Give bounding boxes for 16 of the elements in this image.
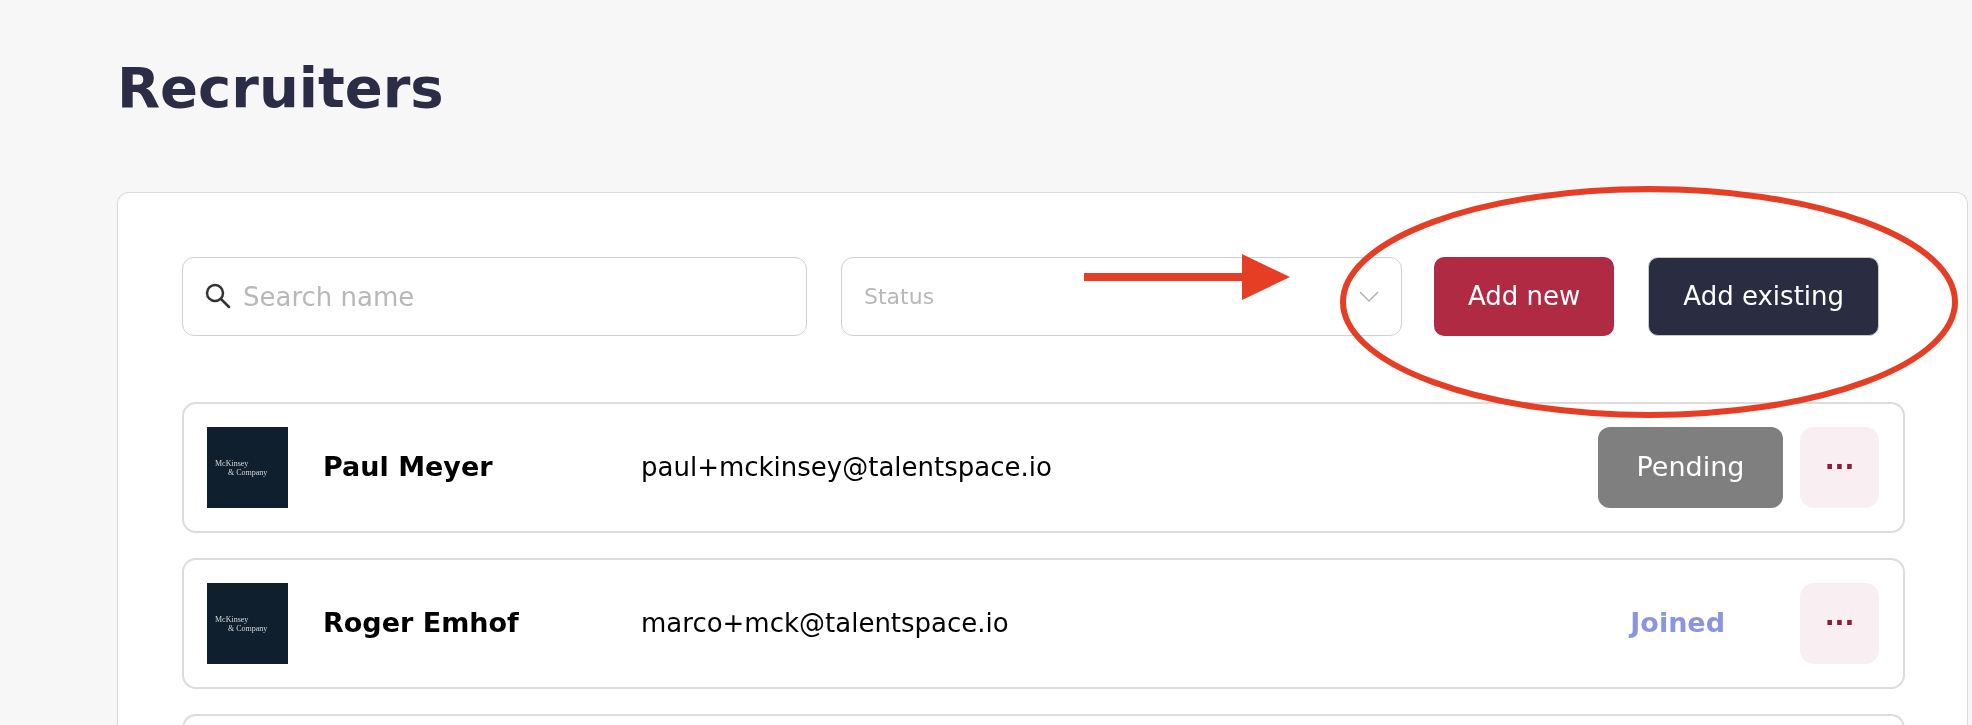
more-options-button[interactable]: ··· bbox=[1800, 427, 1879, 508]
status-badge: Pending bbox=[1598, 427, 1783, 508]
search-field[interactable]: Search name bbox=[182, 257, 807, 336]
page-title: Recruiters bbox=[117, 54, 444, 122]
chevron-down-icon bbox=[1359, 290, 1379, 303]
recruiter-email: marco+mck@talentspace.io bbox=[641, 607, 1010, 640]
company-logo: McKinsey & Company bbox=[207, 427, 288, 508]
recruiter-name: Paul Meyer bbox=[323, 450, 494, 485]
status-label: Joined bbox=[1630, 606, 1725, 641]
recruiter-name: Roger Emhof bbox=[323, 606, 520, 641]
add-existing-button[interactable]: Add existing bbox=[1648, 257, 1880, 336]
more-options-button[interactable]: ··· bbox=[1800, 583, 1879, 664]
search-icon bbox=[204, 282, 232, 310]
company-logo: McKinsey & Company bbox=[207, 583, 288, 664]
add-new-button[interactable]: Add new bbox=[1434, 257, 1615, 336]
recruiter-email: paul+mckinsey@talentspace.io bbox=[641, 451, 1053, 484]
